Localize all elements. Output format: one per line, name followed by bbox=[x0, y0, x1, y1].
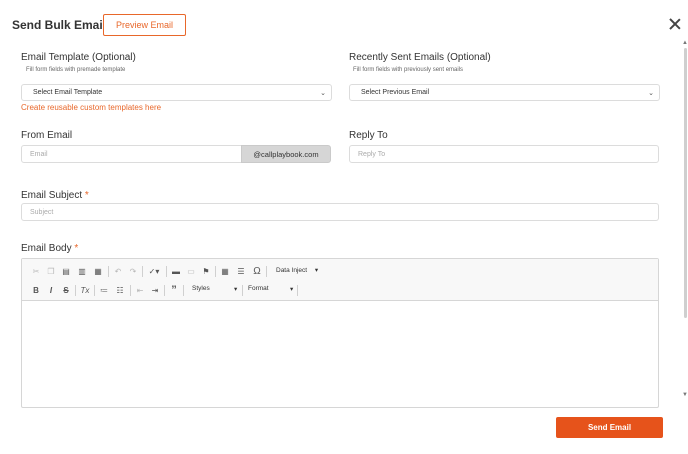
scroll-up-arrow-icon[interactable]: ▲ bbox=[682, 40, 688, 46]
toolbar-divider bbox=[75, 285, 76, 296]
italic-button[interactable]: I bbox=[45, 284, 57, 296]
cut-icon[interactable]: ✂ bbox=[30, 265, 42, 277]
editor-toolbar: ✂ ❐ ▤ ▥ ▦ ↶ ↷ ✓▾ ▬ ▭ ⚑ ▦ ☰ Ω Data Inject… bbox=[22, 259, 658, 301]
undo-icon[interactable]: ↶ bbox=[112, 265, 124, 277]
email-template-hint: Fill form fields with premade template bbox=[26, 67, 126, 73]
from-email-domain: @callplaybook.com bbox=[241, 145, 331, 163]
special-character-icon[interactable]: Ω bbox=[251, 265, 263, 277]
paste-text-icon[interactable]: ▥ bbox=[76, 265, 88, 277]
data-inject-label: Data Inject bbox=[276, 267, 308, 274]
format-label: Format bbox=[248, 285, 269, 292]
toolbar-divider bbox=[164, 285, 165, 296]
bold-button[interactable]: B bbox=[30, 284, 42, 296]
preview-email-button[interactable]: Preview Email bbox=[103, 14, 186, 36]
email-template-value: Select Email Template bbox=[33, 89, 103, 96]
reply-to-label: Reply To bbox=[349, 130, 388, 141]
unlink-icon[interactable]: ▭ bbox=[185, 265, 197, 277]
email-subject-label: Email Subject * bbox=[21, 190, 89, 201]
toolbar-divider bbox=[266, 266, 267, 277]
email-template-label: Email Template (Optional) bbox=[21, 52, 136, 63]
scroll-down-arrow-icon[interactable]: ▼ bbox=[682, 392, 688, 398]
caret-down-icon: ▾ bbox=[290, 286, 294, 293]
toolbar-divider bbox=[297, 285, 298, 296]
toolbar-divider bbox=[130, 285, 131, 296]
strikethrough-button[interactable]: S bbox=[60, 284, 72, 296]
modal-title: Send Bulk Email bbox=[12, 18, 107, 32]
styles-dropdown[interactable]: Styles ▾ bbox=[192, 285, 240, 293]
caret-down-icon: ▾ bbox=[234, 286, 238, 293]
recent-emails-label: Recently Sent Emails (Optional) bbox=[349, 52, 491, 63]
blockquote-icon[interactable]: ” bbox=[168, 284, 180, 296]
bulleted-list-icon[interactable]: ☷ bbox=[114, 284, 126, 296]
styles-label: Styles bbox=[192, 285, 210, 292]
from-email-input[interactable]: Email bbox=[21, 145, 243, 163]
toolbar-divider bbox=[166, 266, 167, 277]
recent-emails-hint: Fill form fields with previously sent em… bbox=[353, 67, 464, 73]
toolbar-divider bbox=[183, 285, 184, 296]
close-icon[interactable] bbox=[666, 16, 684, 34]
recent-emails-value: Select Previous Email bbox=[361, 89, 430, 96]
required-marker: * bbox=[74, 243, 79, 254]
table-icon[interactable]: ▦ bbox=[219, 265, 231, 277]
toolbar-divider bbox=[94, 285, 95, 296]
format-dropdown[interactable]: Format ▾ bbox=[248, 285, 296, 293]
email-body-label: Email Body * bbox=[21, 243, 78, 254]
send-email-button[interactable]: Send Email bbox=[556, 417, 663, 438]
redo-icon[interactable]: ↷ bbox=[127, 265, 139, 277]
paste-word-icon[interactable]: ▦ bbox=[92, 265, 104, 277]
reply-to-input[interactable]: Reply To bbox=[349, 145, 659, 163]
recent-emails-select[interactable]: Select Previous Email ⌄ bbox=[349, 84, 660, 101]
scroll-thumb[interactable] bbox=[684, 48, 687, 318]
data-inject-dropdown[interactable]: Data Inject ▾ bbox=[276, 266, 318, 274]
toolbar-divider bbox=[242, 285, 243, 296]
chevron-down-icon: ⌄ bbox=[648, 90, 654, 97]
chevron-down-icon: ⌄ bbox=[320, 90, 326, 97]
email-subject-input[interactable]: Subject bbox=[21, 203, 659, 221]
caret-down-icon: ▾ bbox=[314, 267, 319, 274]
email-body-editor: ✂ ❐ ▤ ▥ ▦ ↶ ↷ ✓▾ ▬ ▭ ⚑ ▦ ☰ Ω Data Inject… bbox=[21, 258, 659, 408]
create-templates-link[interactable]: Create reusable custom templates here bbox=[21, 103, 161, 112]
outdent-icon[interactable]: ⇤ bbox=[134, 284, 146, 296]
anchor-flag-icon[interactable]: ⚑ bbox=[200, 265, 212, 277]
toolbar-divider bbox=[215, 266, 216, 277]
email-template-select[interactable]: Select Email Template ⌄ bbox=[21, 84, 332, 101]
spellcheck-icon[interactable]: ✓▾ bbox=[145, 265, 163, 277]
send-bulk-email-modal: Send Bulk Email Preview Email ▲ ▼ Email … bbox=[0, 0, 688, 454]
required-marker: * bbox=[84, 190, 89, 201]
copy-icon[interactable]: ❐ bbox=[45, 265, 57, 277]
from-email-label: From Email bbox=[21, 130, 73, 141]
email-subject-label-text: Email Subject bbox=[21, 190, 83, 201]
horizontal-line-icon[interactable]: ☰ bbox=[235, 265, 247, 277]
toolbar-divider bbox=[142, 266, 143, 277]
editor-content-area[interactable] bbox=[22, 302, 658, 407]
toolbar-divider bbox=[108, 266, 109, 277]
indent-icon[interactable]: ⇥ bbox=[149, 284, 161, 296]
link-icon[interactable]: ▬ bbox=[170, 265, 182, 277]
clear-format-icon[interactable]: Tx bbox=[79, 284, 91, 296]
numbered-list-icon[interactable]: ≔ bbox=[98, 284, 110, 296]
paste-icon[interactable]: ▤ bbox=[60, 265, 72, 277]
email-body-label-text: Email Body bbox=[21, 243, 72, 254]
